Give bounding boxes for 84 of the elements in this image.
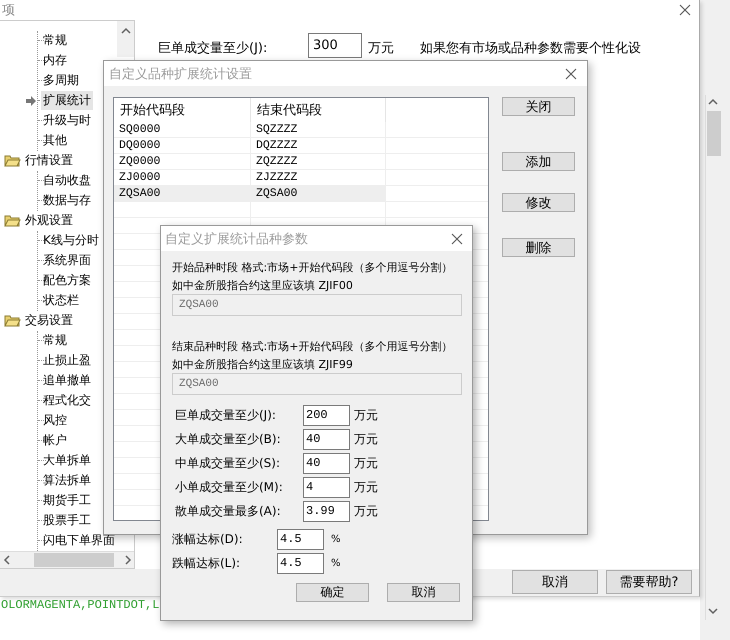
unit-label: 万元 (354, 478, 378, 496)
example-text: 如中金所股指合约这里应该填 ZJIF00 (172, 278, 353, 294)
dialog-button[interactable]: 修改 (502, 193, 575, 212)
close-icon[interactable] (451, 232, 463, 244)
field-label: 散单成交量最多(A): (174, 502, 282, 520)
tree-item[interactable]: 扩展统计 (41, 91, 93, 110)
hint-text: 结束品种时段 格式:市场+开始代码段（多个用逗号分割） (172, 339, 452, 355)
tree-item[interactable]: 止损止盈 (41, 351, 93, 370)
tree-item[interactable]: 系统界面 (41, 251, 93, 270)
dialog-button[interactable]: 取消 (512, 570, 598, 594)
dialog-button[interactable]: 需要帮助? (606, 570, 692, 594)
tree-item[interactable]: 升级与时 (41, 111, 93, 130)
table-cell: DQZZZZ (251, 138, 386, 154)
unit-label: 万元 (368, 40, 394, 57)
tree-item[interactable]: 算法拆单 (41, 471, 93, 490)
table-cell: ZQ0000 (114, 154, 251, 170)
arrow-icon (25, 94, 37, 107)
tree-group[interactable]: 外观设置 (23, 211, 75, 230)
table-cell: ZQZZZZ (251, 154, 386, 170)
dialog-title: 自定义扩展统计品种参数 (165, 230, 308, 248)
input-field[interactable]: 3.99 (303, 500, 350, 522)
tree-item[interactable]: 常规 (41, 31, 69, 50)
unit-label: 万元 (354, 406, 378, 424)
tree-group[interactable]: 交易设置 (23, 311, 75, 330)
unit-label: % (331, 534, 341, 544)
input-field[interactable]: 4.5 (277, 528, 324, 550)
unit-label: % (331, 558, 341, 568)
unit-label: 万元 (354, 454, 378, 472)
tree-item[interactable]: 股票手工 (41, 511, 93, 530)
console-text: OLORMAGENTA,POINTDOT,L (0, 597, 160, 612)
dialog-button[interactable]: 关闭 (502, 97, 575, 116)
input-field[interactable]: 300 (308, 32, 362, 58)
table-cell: SQ0000 (114, 122, 251, 138)
dialog-title: 自定义品种扩展统计设置 (109, 66, 252, 82)
folder-icon (4, 213, 21, 228)
example-text: 如中金所股指合约这里应该填 ZJIF99 (172, 357, 353, 373)
field-label: 中单成交量至少(S): (174, 454, 282, 472)
table-cell: ZQSA00 (114, 186, 251, 202)
folder-icon (4, 153, 21, 168)
tree-item[interactable]: 多周期 (41, 71, 81, 90)
field-label: 小单成交量至少(M): (174, 478, 284, 496)
field-label: 涨幅达标(D): (172, 530, 244, 548)
input-field[interactable]: 40 (303, 452, 350, 474)
scrollbar-thumb[interactable] (707, 111, 721, 156)
folder-icon (4, 313, 21, 328)
dialog-button[interactable]: 取消 (387, 583, 460, 602)
field-label: 跌幅达标(L): (172, 554, 242, 572)
tree-item[interactable]: 期货手工 (41, 491, 93, 510)
input-field[interactable]: 40 (303, 428, 350, 450)
dialog-button[interactable]: 确定 (296, 583, 369, 602)
tree-item[interactable]: 大单拆单 (41, 451, 93, 470)
hint-text: 开始品种时段 格式:市场+开始代码段（多个用逗号分割） (172, 260, 452, 276)
scrollbar-thumb[interactable] (34, 552, 114, 567)
tree-item[interactable]: 配色方案 (41, 271, 93, 290)
unit-label: 万元 (354, 502, 378, 520)
dialog-button[interactable]: 删除 (502, 238, 575, 257)
field-label: 大单成交量至少(B): (174, 430, 282, 448)
table-cell: SQZZZZ (251, 122, 386, 138)
table-cell: ZQSA00 (251, 186, 386, 202)
unit-label: 万元 (354, 430, 378, 448)
window-title: 项 (2, 2, 15, 19)
tree-item[interactable]: K线与分时 (41, 231, 101, 250)
tree-item[interactable]: 风控 (41, 411, 69, 430)
tree-item[interactable]: 自动收盘 (41, 171, 93, 190)
tree-item[interactable]: 追单撤单 (41, 371, 93, 390)
tree-item[interactable]: 数据与存 (41, 191, 93, 210)
note-text: 如果您有市场或品种参数需要个性化设 (420, 40, 641, 57)
field-label: 巨单成交量至少(J): (174, 406, 277, 424)
dialog-button[interactable]: 添加 (502, 152, 575, 171)
tree-item[interactable]: 内存 (41, 51, 69, 70)
tree-item[interactable]: 其他 (41, 131, 69, 150)
input-field[interactable]: 200 (303, 404, 350, 426)
tree-item[interactable]: 帐户 (41, 431, 69, 450)
tree-item[interactable]: 程式化交 (41, 391, 93, 410)
input-field[interactable]: 4.5 (277, 552, 324, 574)
tree-item[interactable]: 状态栏 (41, 291, 81, 310)
tree-group[interactable]: 行情设置 (23, 151, 75, 170)
tree-item[interactable]: 闪电下单界面 (41, 531, 117, 550)
close-icon[interactable] (565, 68, 577, 80)
table-cell: DQ0000 (114, 138, 251, 154)
input-field[interactable]: 4 (303, 476, 350, 498)
close-icon[interactable] (679, 4, 691, 16)
field-label: 巨单成交量至少(J): (158, 40, 268, 57)
tree-item[interactable]: 常规 (41, 331, 69, 350)
